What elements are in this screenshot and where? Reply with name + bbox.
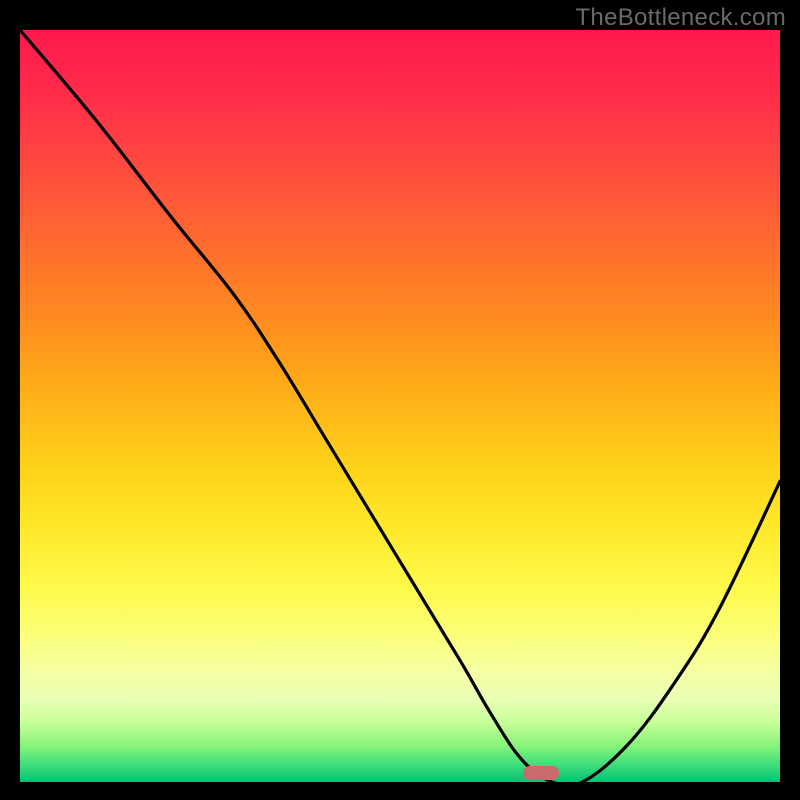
chart-plot-area — [20, 30, 780, 782]
chart-frame: TheBottleneck.com — [0, 0, 800, 800]
bottleneck-curve — [20, 30, 780, 782]
watermark-text: TheBottleneck.com — [575, 4, 786, 32]
curve-path — [20, 30, 780, 782]
optimum-marker — [523, 766, 559, 780]
